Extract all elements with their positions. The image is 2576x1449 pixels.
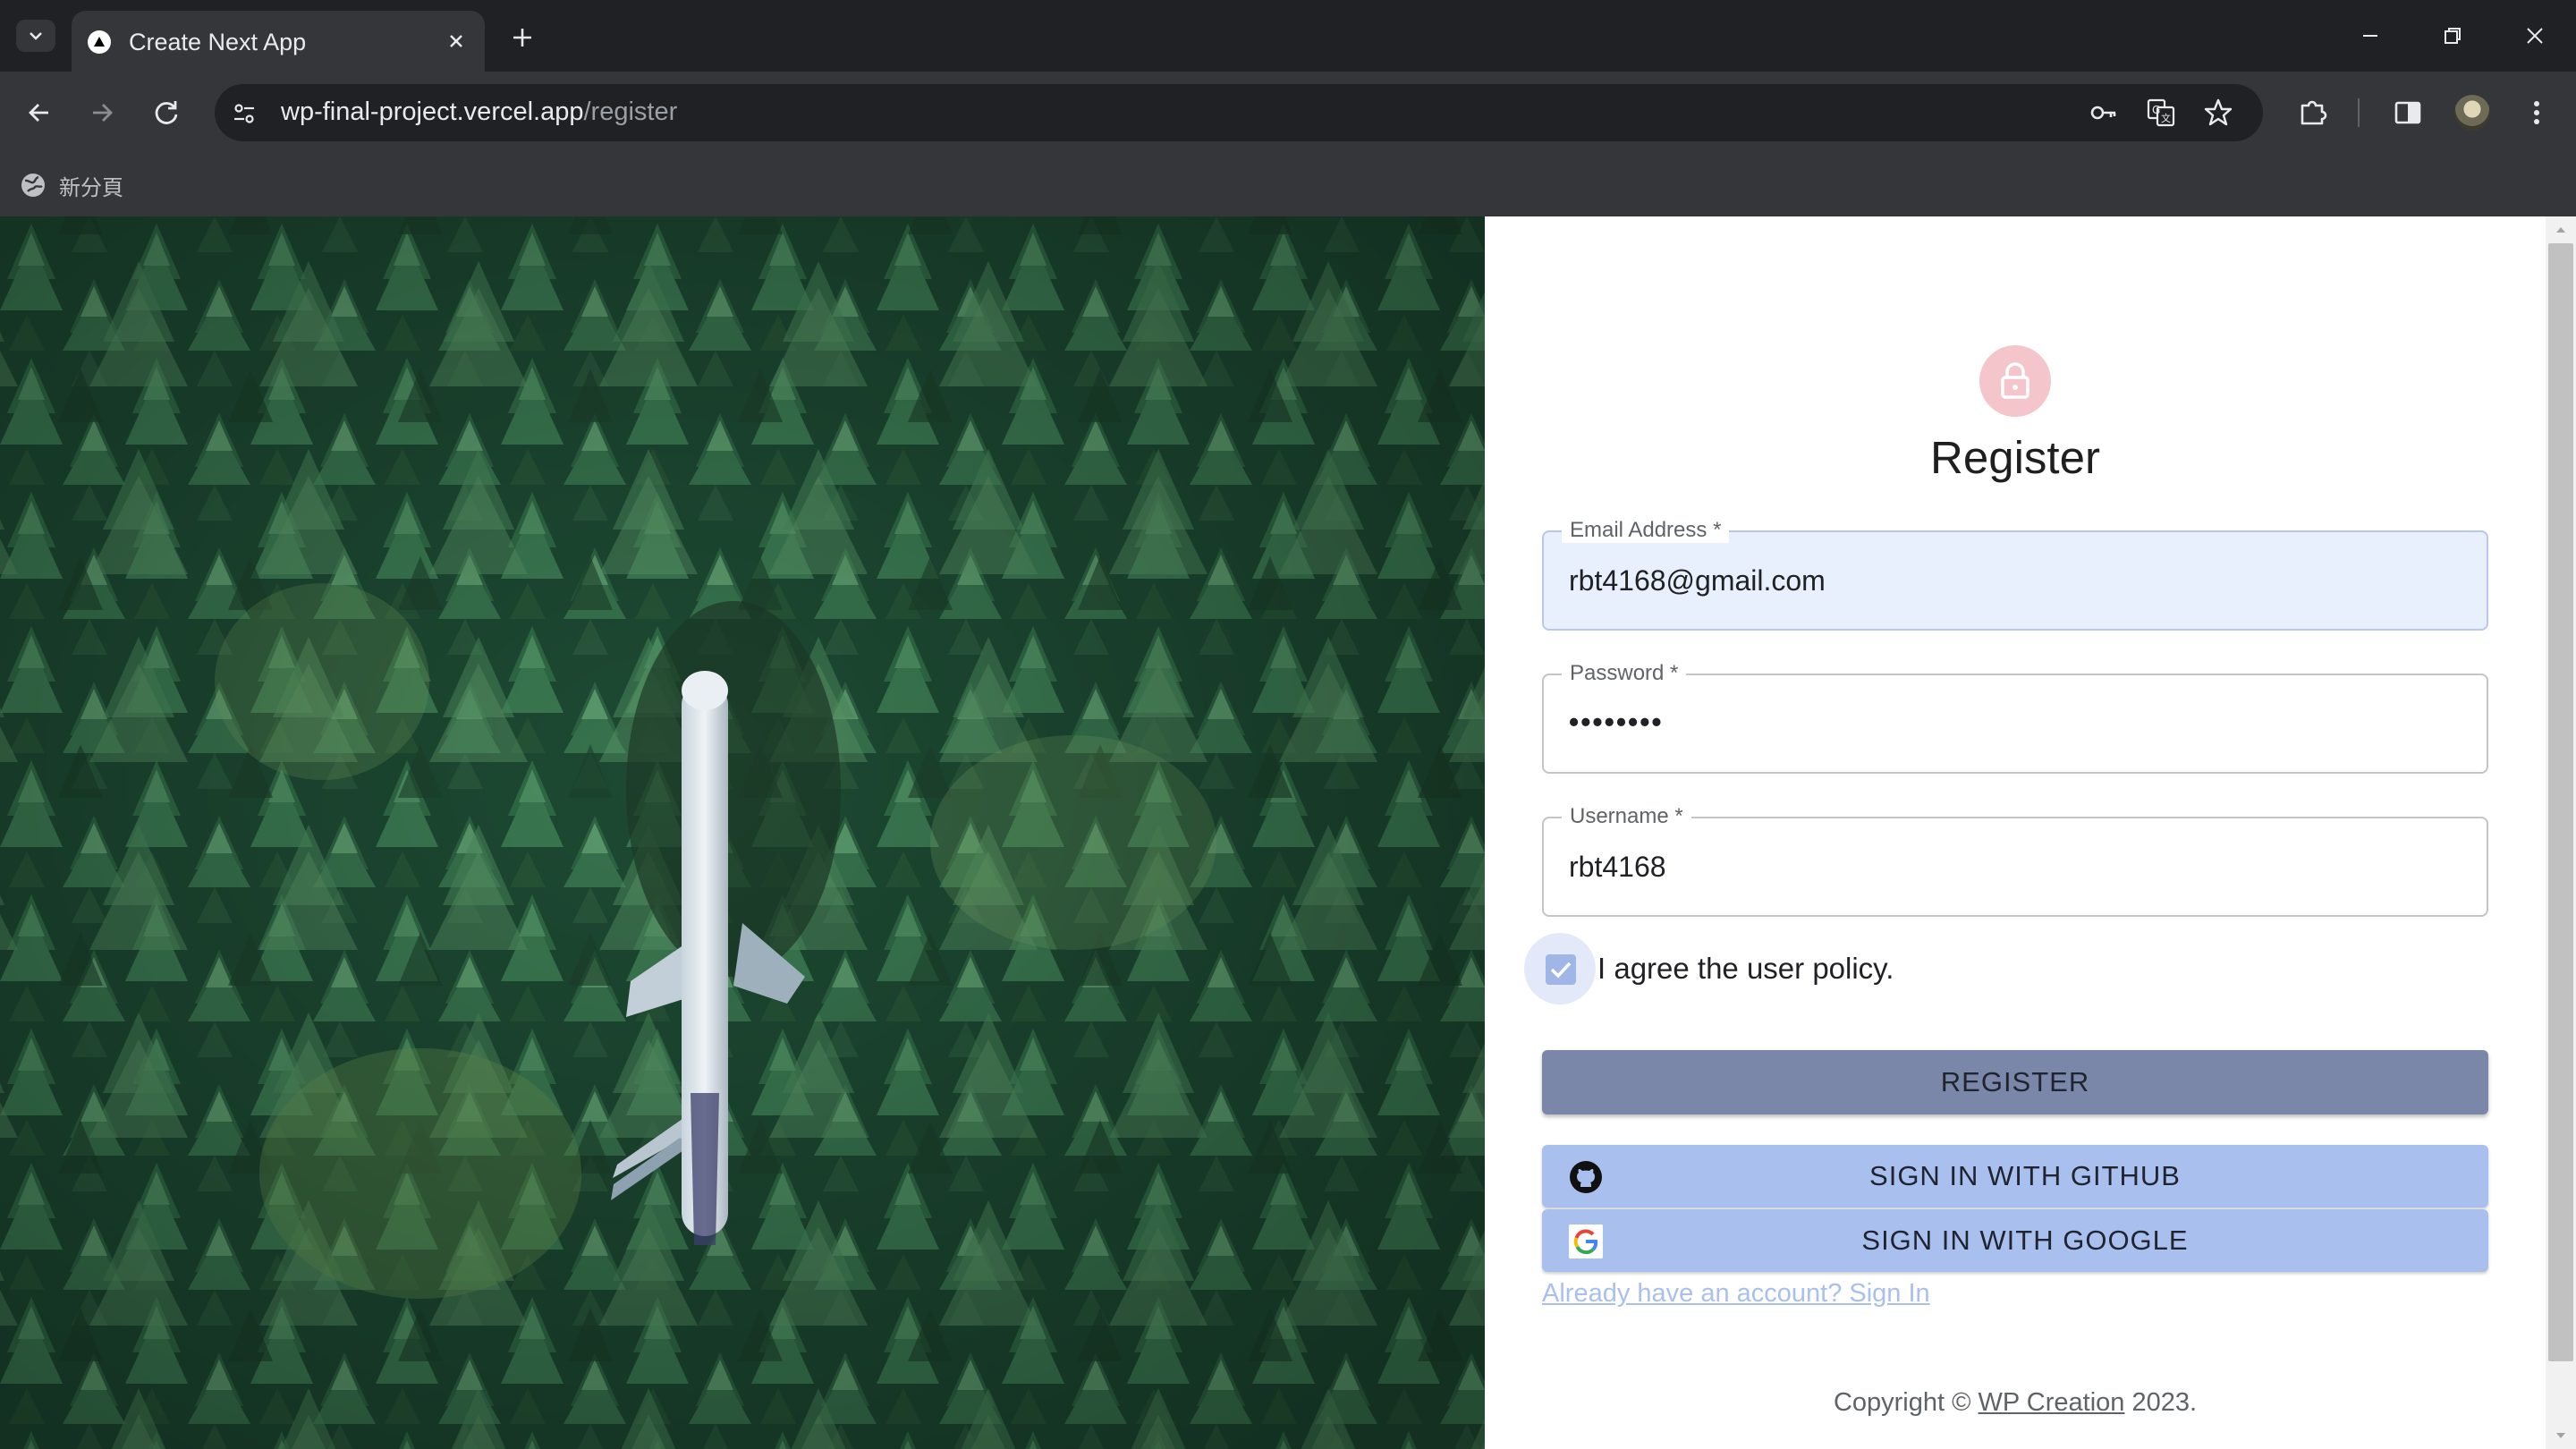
password-field[interactable]: Password * ••••••••: [1542, 661, 2488, 774]
scroll-up-arrow-icon[interactable]: [2553, 222, 2569, 238]
google-icon: [1569, 1224, 1603, 1258]
lock-avatar: [1979, 345, 2051, 417]
register-button[interactable]: REGISTER: [1542, 1050, 2488, 1114]
scroll-down-arrow-icon[interactable]: [2553, 1428, 2569, 1444]
url-path: /register: [583, 97, 678, 126]
toolbar-divider: [2358, 98, 2360, 127]
username-field[interactable]: Username * rbt4168: [1542, 804, 2488, 917]
url-host: wp-final-project.vercel.app: [281, 97, 584, 126]
copyright-suffix: 2023.: [2124, 1388, 2198, 1417]
translate-icon[interactable]: G文: [2145, 97, 2177, 129]
url-text[interactable]: wp-final-project.vercel.app/register: [281, 97, 677, 127]
nextjs-favicon-icon: [88, 30, 111, 54]
email-label: Email Address *: [1562, 518, 1730, 543]
star-icon[interactable]: [2202, 97, 2234, 129]
page-title: Register: [1930, 432, 2100, 483]
scroll-thumb[interactable]: [2548, 243, 2573, 1361]
password-label: Password *: [1562, 661, 1687, 686]
wp-creation-link[interactable]: WP Creation: [1979, 1388, 2125, 1417]
github-button-label: SIGN IN WITH GITHUB: [1869, 1160, 2181, 1191]
more-vert-icon[interactable]: [2517, 93, 2556, 132]
github-icon: [1570, 1161, 1602, 1193]
username-label: Username *: [1562, 804, 1691, 829]
browser-toolbar: wp-final-project.vercel.app/register G文: [0, 72, 2576, 154]
hero-image: [0, 216, 1485, 1449]
copyright-footer: Copyright © WP Creation 2023.: [1485, 1388, 2546, 1418]
key-icon[interactable]: [2088, 97, 2120, 129]
signin-link[interactable]: Already have an account? Sign In: [1542, 1279, 1930, 1309]
minimize-icon[interactable]: [2352, 18, 2388, 54]
tab-strip: Create Next App: [0, 0, 2576, 72]
tab-title: Create Next App: [129, 29, 307, 55]
copyright-prefix: Copyright ©: [1833, 1388, 1979, 1417]
close-icon[interactable]: [442, 27, 470, 55]
browser-tab[interactable]: Create Next App: [72, 11, 485, 72]
agree-label[interactable]: I agree the user policy.: [1597, 952, 1894, 986]
site-settings-icon[interactable]: [231, 100, 258, 127]
lock-icon: [2001, 362, 2029, 399]
svg-text:G: G: [2152, 104, 2160, 116]
email-value: rbt4168@gmail.com: [1569, 564, 1826, 597]
globe-icon: [21, 174, 45, 197]
password-value: ••••••••: [1569, 706, 1664, 738]
page-viewport: Register Email Address * rbt4168@gmail.c…: [0, 216, 2576, 1449]
extensions-icon[interactable]: [2293, 93, 2333, 132]
google-signin-button[interactable]: SIGN IN WITH GOOGLE: [1542, 1209, 2488, 1272]
tab-search-button[interactable]: [16, 20, 55, 52]
plus-icon[interactable]: [504, 20, 540, 55]
side-panel-icon[interactable]: [2388, 93, 2428, 132]
forward-icon[interactable]: [82, 93, 122, 132]
reload-icon[interactable]: [147, 93, 186, 132]
register-panel: Register Email Address * rbt4168@gmail.c…: [1485, 216, 2546, 1449]
checkmark-icon: [1550, 962, 1572, 979]
forest-airplane-illustration: [0, 216, 1485, 1449]
chevron-down-icon: [30, 32, 42, 40]
restore-icon[interactable]: [2435, 18, 2470, 54]
address-bar[interactable]: wp-final-project.vercel.app/register G文: [215, 84, 2263, 141]
back-icon[interactable]: [20, 93, 59, 132]
agree-checkbox[interactable]: [1546, 954, 1576, 985]
svg-text:文: 文: [2161, 112, 2171, 124]
profile-avatar[interactable]: [2454, 95, 2490, 131]
username-value: rbt4168: [1569, 851, 1666, 883]
page-scrollbar[interactable]: [2546, 216, 2576, 1449]
google-button-label: SIGN IN WITH GOOGLE: [1861, 1224, 2189, 1256]
github-signin-button[interactable]: SIGN IN WITH GITHUB: [1542, 1145, 2488, 1208]
email-field[interactable]: Email Address * rbt4168@gmail.com: [1542, 518, 2488, 631]
bookmark-label: 新分頁: [59, 175, 123, 200]
bookmark-new-tab[interactable]: 新分頁: [20, 166, 123, 204]
bookmarks-bar: 新分頁: [0, 154, 2576, 216]
close-window-icon[interactable]: [2517, 18, 2553, 54]
